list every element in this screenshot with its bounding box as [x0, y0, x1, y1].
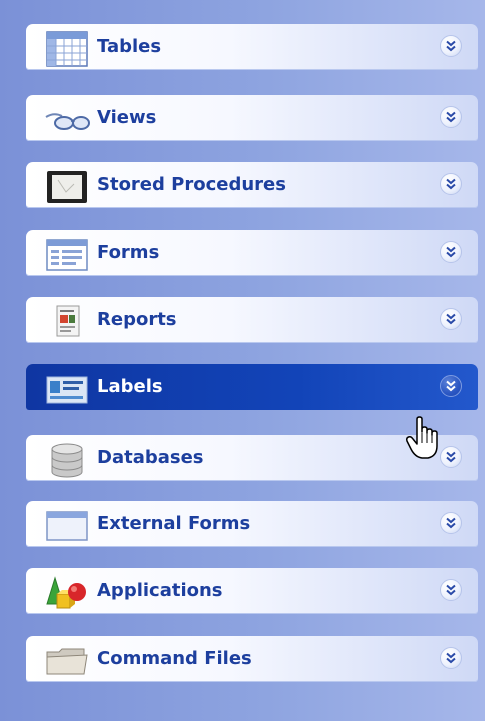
- nav-group-external-forms[interactable]: External Forms: [26, 501, 478, 547]
- report-icon: [44, 303, 90, 341]
- nav-group-label: Stored Procedures: [97, 174, 286, 195]
- nav-group-label: Applications: [97, 580, 223, 601]
- nav-group-command-files[interactable]: Command Files: [26, 636, 478, 682]
- nav-group-label: External Forms: [97, 513, 251, 534]
- nav-group-label: Databases: [97, 447, 204, 468]
- nav-group-tables[interactable]: Tables: [26, 24, 478, 70]
- nav-group-label: Views: [97, 107, 157, 128]
- procedure-icon: [44, 168, 90, 206]
- chevron-down-icon[interactable]: [440, 512, 462, 534]
- hand-pointer-icon: [405, 416, 443, 460]
- chevron-down-icon[interactable]: [440, 35, 462, 57]
- folder-icon: [44, 642, 90, 680]
- nav-group-label: Labels: [97, 376, 163, 397]
- nav-group-label: Tables: [97, 36, 162, 57]
- nav-group-label: Forms: [97, 242, 160, 263]
- chevron-down-icon[interactable]: [440, 446, 462, 468]
- glasses-icon: [44, 101, 90, 139]
- nav-group-views[interactable]: Views: [26, 95, 478, 141]
- nav-group-labels[interactable]: Labels: [26, 364, 478, 410]
- nav-group-stored-procedures[interactable]: Stored Procedures: [26, 162, 478, 208]
- table-icon: [44, 30, 90, 68]
- chevron-down-icon[interactable]: [440, 106, 462, 128]
- nav-group-applications[interactable]: Applications: [26, 568, 478, 614]
- chevron-down-icon[interactable]: [440, 579, 462, 601]
- nav-group-reports[interactable]: Reports: [26, 297, 478, 343]
- chevron-down-icon[interactable]: [440, 241, 462, 263]
- chevron-down-icon[interactable]: [440, 375, 462, 397]
- nav-group-forms[interactable]: Forms: [26, 230, 478, 276]
- window-icon: [44, 507, 90, 545]
- nav-group-label: Reports: [97, 309, 177, 330]
- applications-icon: [44, 574, 90, 612]
- chevron-down-icon[interactable]: [440, 308, 462, 330]
- nav-group-label: Command Files: [97, 648, 252, 669]
- label-icon: [44, 370, 90, 408]
- chevron-down-icon[interactable]: [440, 647, 462, 669]
- chevron-down-icon[interactable]: [440, 173, 462, 195]
- explorer-panel: Tables Views Stored Procedures Forms Rep…: [0, 0, 485, 721]
- form-icon: [44, 236, 90, 274]
- database-icon: [44, 441, 90, 479]
